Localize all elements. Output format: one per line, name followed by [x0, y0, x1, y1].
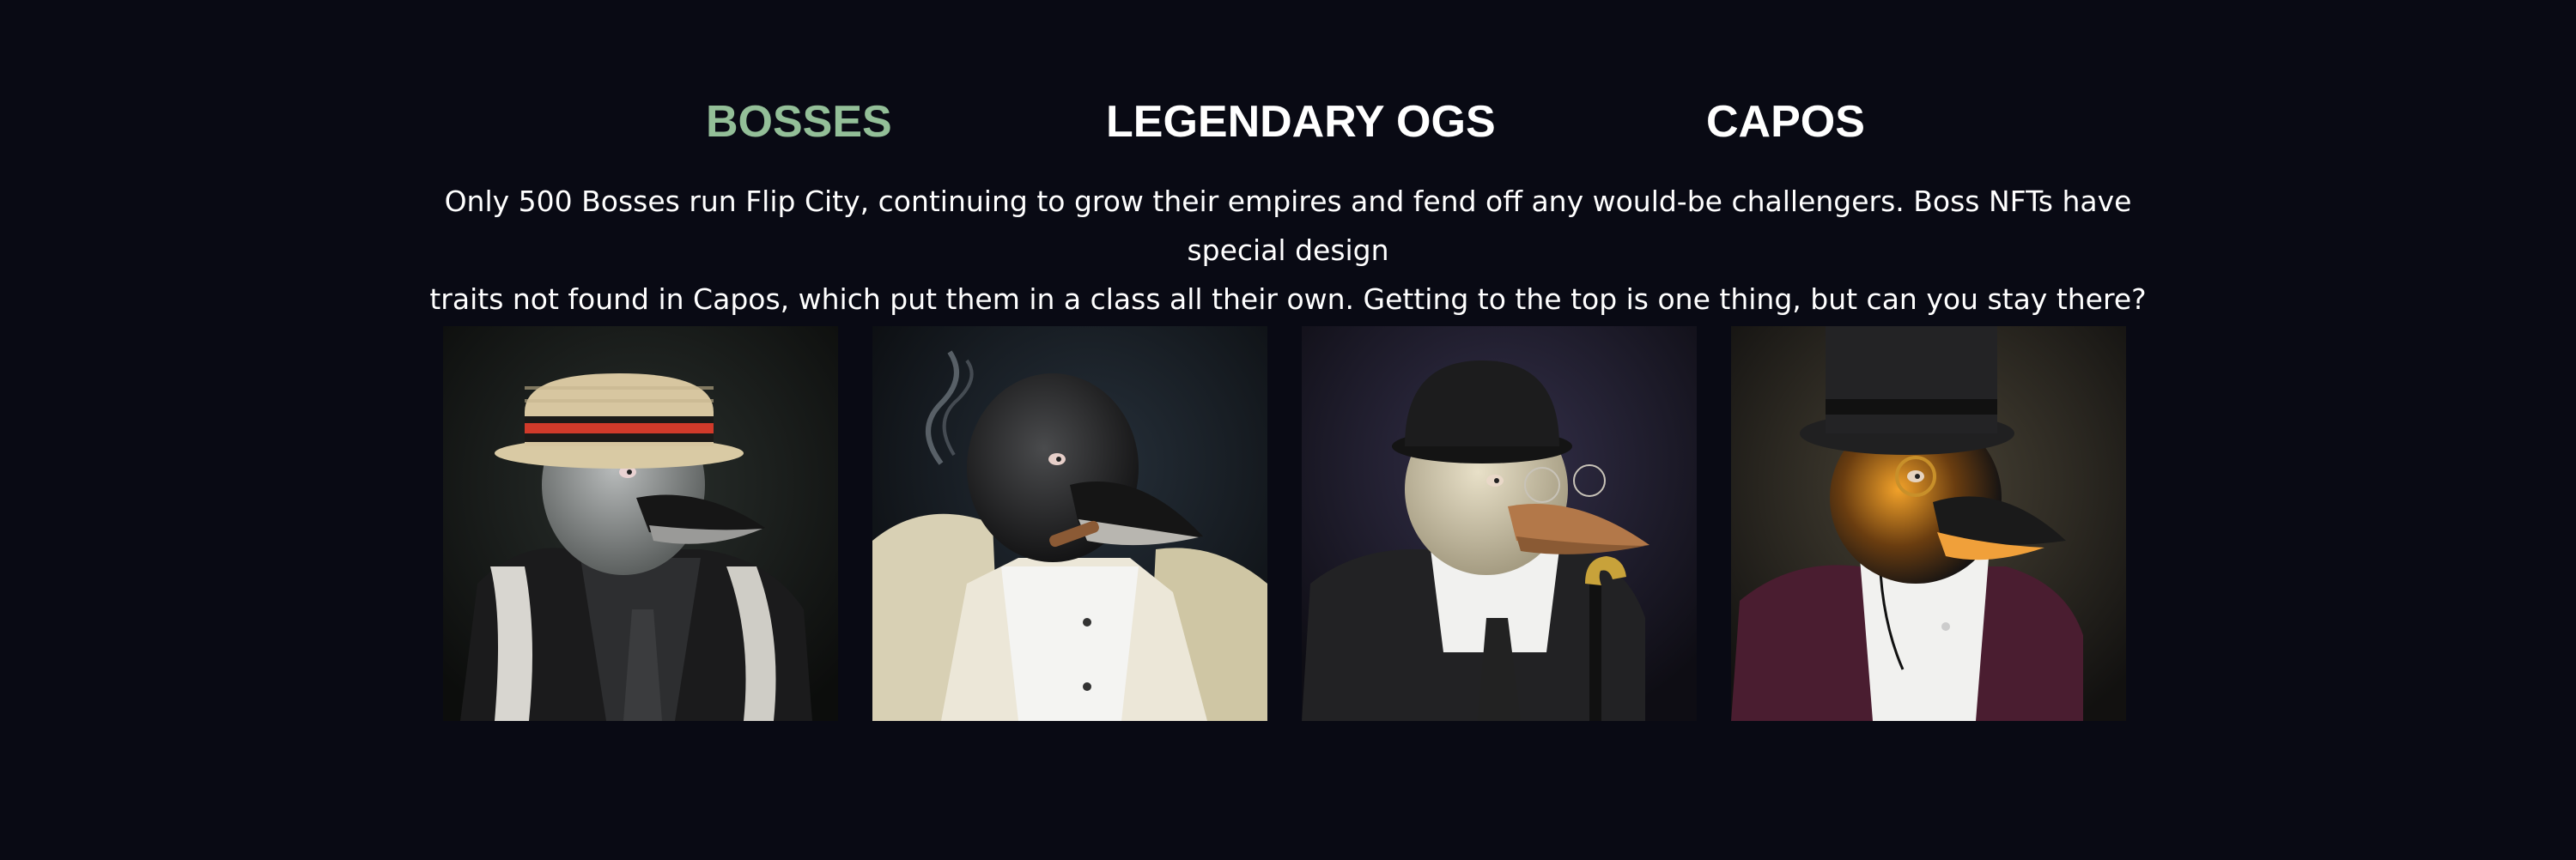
- tab-bosses[interactable]: BOSSES: [706, 93, 892, 151]
- description-line-1: Only 500 Bosses run Flip City, continuin…: [444, 185, 2132, 267]
- tab-capos[interactable]: CAPOS: [1706, 93, 1865, 151]
- tab-description: Only 500 Bosses run Flip City, continuin…: [404, 177, 2172, 324]
- tab-legendary-ogs[interactable]: LEGENDARY OGS: [1106, 93, 1496, 151]
- description-line-2: traits not found in Capos, which put the…: [429, 282, 2147, 316]
- boss-nft-image-boater-hat: [443, 326, 838, 721]
- boss-nft-image-cigar-fur-coat: [872, 326, 1267, 721]
- boss-nft-image-top-hat-monocle: [1731, 326, 2126, 721]
- category-tabs: BOSSES LEGENDARY OGS CAPOS: [0, 93, 2576, 151]
- boss-gallery: [443, 326, 2126, 721]
- boss-nft-image-bowler-hat-cane: [1302, 326, 1697, 721]
